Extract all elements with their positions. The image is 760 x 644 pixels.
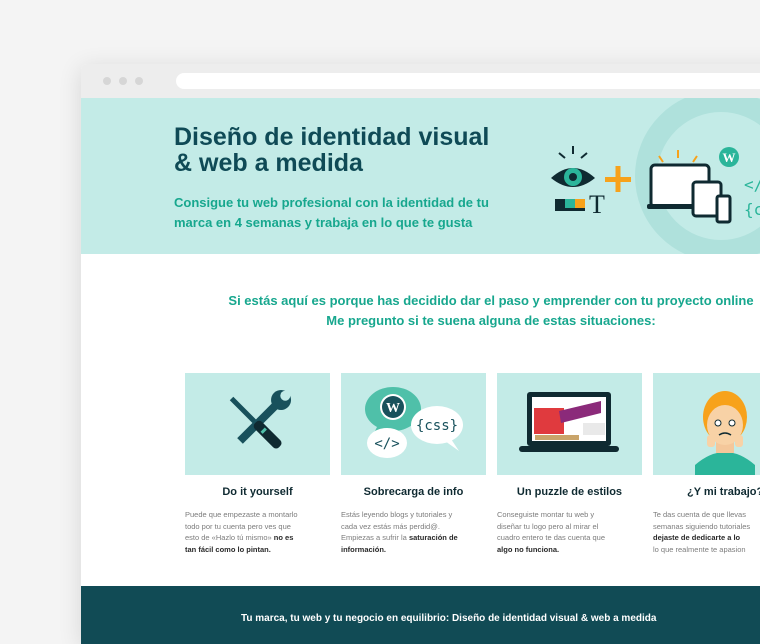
subtitle-line-2: marca en 4 semanas y trabaja en lo que t… [174, 215, 473, 230]
card-image [185, 373, 330, 475]
plus-icon [605, 166, 631, 192]
footer-text: Tu marca, tu web y tu negocio en equilib… [241, 613, 657, 624]
card-title: Do it yourself [222, 486, 293, 498]
card-description: Puede que empezaste a montarlo todo por … [185, 510, 298, 554]
wordpress-icon: W [719, 147, 739, 167]
card-title: Sobrecarga de info [363, 486, 464, 498]
browser-window: Diseño de identidad visual & web a medid… [81, 64, 760, 644]
card-image [497, 373, 642, 475]
intro-line-1: Si estás aquí es porque has decidido dar… [228, 293, 754, 308]
hero-subtitle: Consigue tu web profesional con la ident… [174, 193, 534, 233]
browser-chrome [81, 64, 760, 98]
address-bar[interactable] [176, 73, 760, 89]
card-description: Conseguiste montar tu web y diseñar tu l… [497, 510, 605, 554]
svg-text:W: W [723, 150, 736, 165]
intro-text: Si estás aquí es porque has decidido dar… [181, 291, 760, 331]
subtitle-line-1: Consigue tu web profesional con la ident… [174, 195, 489, 210]
typography-icon: T [589, 190, 605, 219]
svg-text:</>: </> [374, 436, 399, 452]
tools-icon [229, 387, 294, 449]
css-tag-text: {cs [744, 200, 760, 219]
card-title: ¿Y mi trabajo? [687, 486, 760, 498]
svg-text:{css}: {css} [416, 418, 458, 434]
chat-bubbles-icon: W {css} </> [365, 387, 463, 458]
footer-band: Tu marca, tu web y tu negocio en equilib… [81, 586, 760, 644]
window-maximize-dot[interactable] [135, 77, 143, 85]
intro-line-2: Me pregunto si te suena alguna de estas … [326, 313, 656, 328]
hero-illustration: T W </ {cs [551, 98, 760, 254]
title-line-1: Diseño de identidad visual [174, 123, 490, 151]
card-image: W {css} </> [341, 373, 486, 475]
window-minimize-dot[interactable] [119, 77, 127, 85]
laptop-icon [519, 392, 619, 452]
window-close-dot[interactable] [103, 77, 111, 85]
situation-card-diy: Do it yourself Puede que empezaste a mon… [185, 373, 330, 555]
situation-card-style-puzzle: Un puzzle de estilos Conseguiste montar … [497, 373, 642, 555]
code-tag-text: </ [744, 175, 760, 194]
hero-banner: Diseño de identidad visual & web a medid… [81, 98, 760, 254]
page-title: Diseño de identidad visual & web a medid… [174, 124, 554, 176]
card-title: Un puzzle de estilos [516, 486, 623, 498]
title-line-2: & web a medida [174, 149, 363, 177]
situation-card-my-work: ¿Y mi trabajo? Te das cuenta de que llev… [653, 373, 760, 555]
eye-icon [551, 146, 595, 187]
card-description: Te das cuenta de que llevas semanas sigu… [653, 510, 751, 554]
svg-text:W: W [386, 401, 400, 416]
card-description: Estás leyendo blogs y tutoriales y cada … [341, 510, 458, 554]
color-swatch-icon [555, 199, 585, 211]
person-icon [695, 391, 755, 475]
situation-card-info-overload: W {css} </> Sobrecarga de info Estás ley… [341, 373, 486, 555]
card-image [653, 373, 760, 475]
